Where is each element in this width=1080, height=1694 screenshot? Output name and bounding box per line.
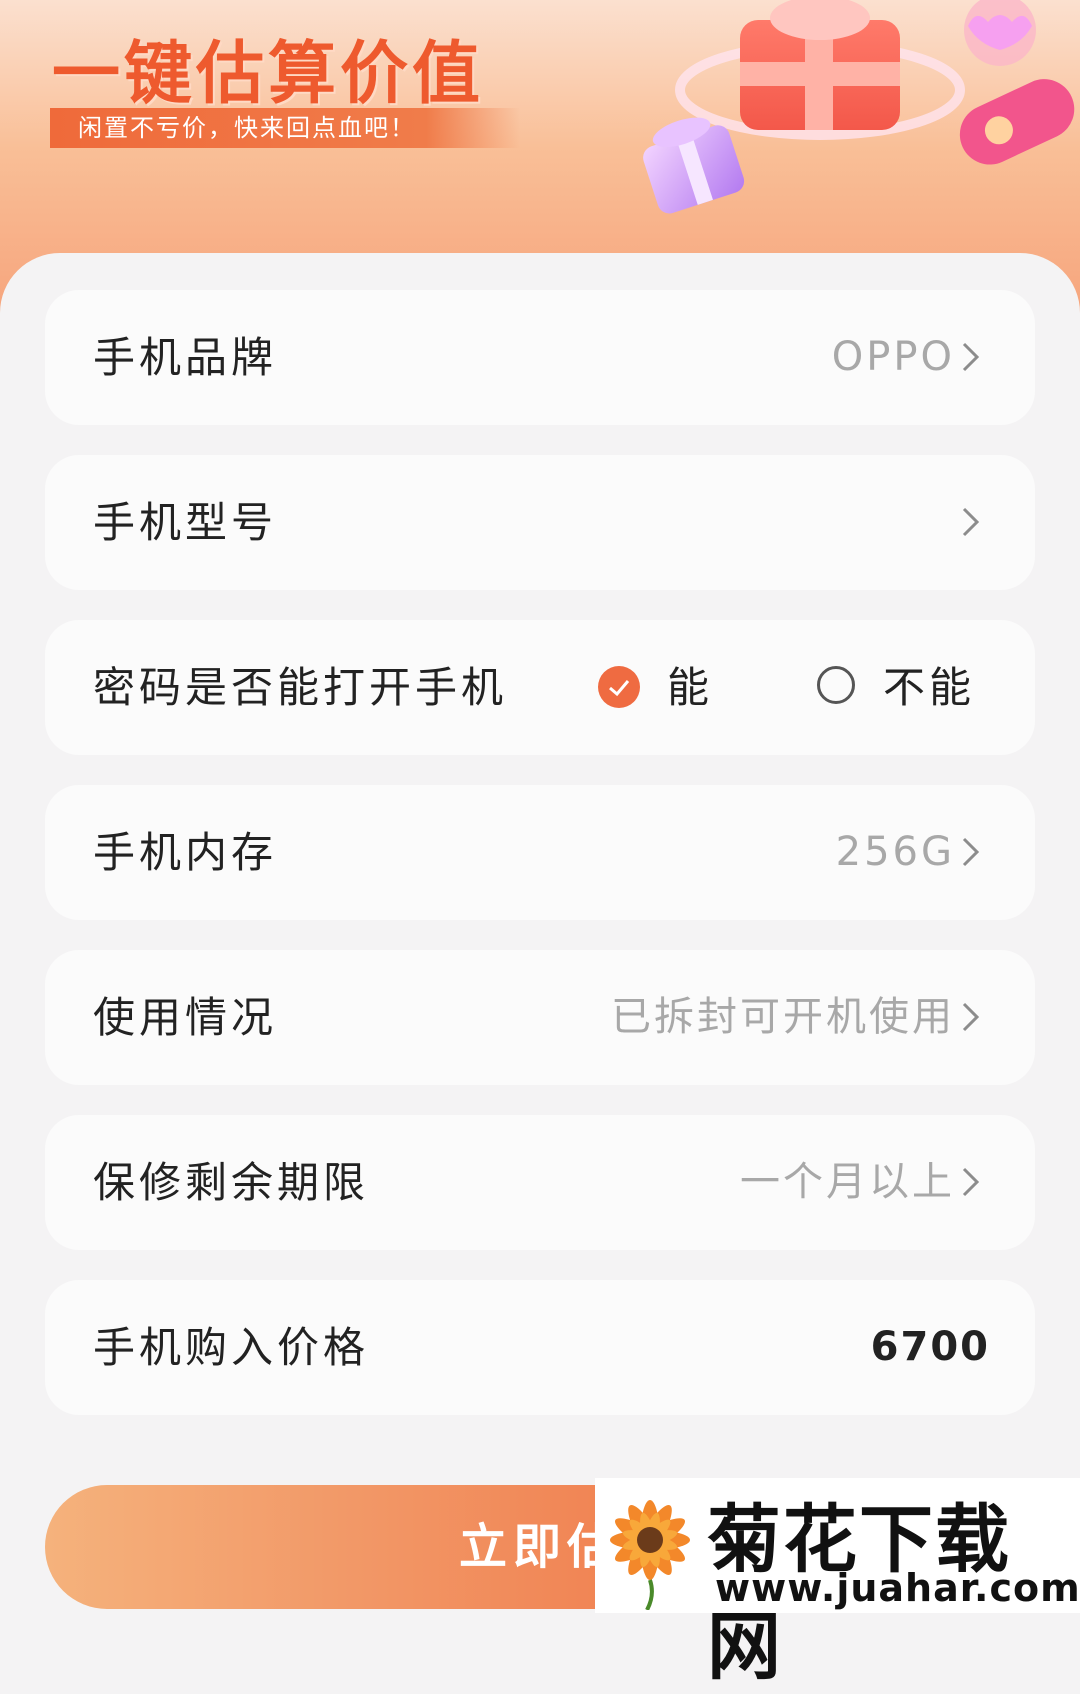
flower-logo-icon: [610, 1500, 690, 1610]
radio-no[interactable]: [817, 666, 855, 704]
radio-no-label[interactable]: 不能: [883, 620, 975, 755]
purchase-price-label: 手机购入价格: [93, 1323, 370, 1372]
warranty-row[interactable]: 保修剩余期限 一个月以上: [45, 1115, 1035, 1250]
storage-label: 手机内存: [93, 828, 278, 877]
banner-subtitle: 闲置不亏价，快来回点血吧！: [50, 108, 520, 148]
purchase-price-input[interactable]: 6700: [871, 1280, 990, 1415]
chevron-right-icon: [962, 342, 980, 372]
chevron-right-icon: [962, 1002, 980, 1032]
brand-label: 手机品牌: [93, 333, 278, 382]
brand-row[interactable]: 手机品牌 OPPO: [45, 290, 1035, 425]
condition-value: 已拆封可开机使用: [611, 994, 955, 1040]
gift-illustration-icon: [643, 0, 1075, 214]
warranty-label: 保修剩余期限: [93, 1158, 370, 1207]
check-icon: [609, 680, 630, 697]
model-row[interactable]: 手机型号: [45, 455, 1035, 590]
chevron-right-icon: [962, 837, 980, 867]
radio-yes-checked[interactable]: [598, 666, 640, 708]
watermark: 菊花下载网 www.juahar.com: [595, 1478, 1080, 1690]
banner-title: 一键估算价值: [52, 35, 485, 114]
chevron-right-icon: [962, 507, 980, 537]
condition-row[interactable]: 使用情况 已拆封可开机使用: [45, 950, 1035, 1085]
storage-row[interactable]: 手机内存 256G: [45, 785, 1035, 920]
warranty-value: 一个月以上: [740, 1159, 955, 1205]
model-label: 手机型号: [93, 498, 278, 547]
password-row: 密码是否能打开手机 能 不能: [45, 620, 1035, 755]
storage-value: 256G: [835, 829, 955, 875]
condition-label: 使用情况: [93, 993, 278, 1042]
purchase-price-row[interactable]: 手机购入价格 6700: [45, 1280, 1035, 1415]
radio-yes-label[interactable]: 能: [667, 620, 709, 755]
password-label: 密码是否能打开手机: [93, 663, 508, 712]
watermark-url: www.juahar.com: [715, 1566, 1080, 1610]
chevron-right-icon: [962, 1167, 980, 1197]
brand-value: OPPO: [831, 334, 955, 380]
